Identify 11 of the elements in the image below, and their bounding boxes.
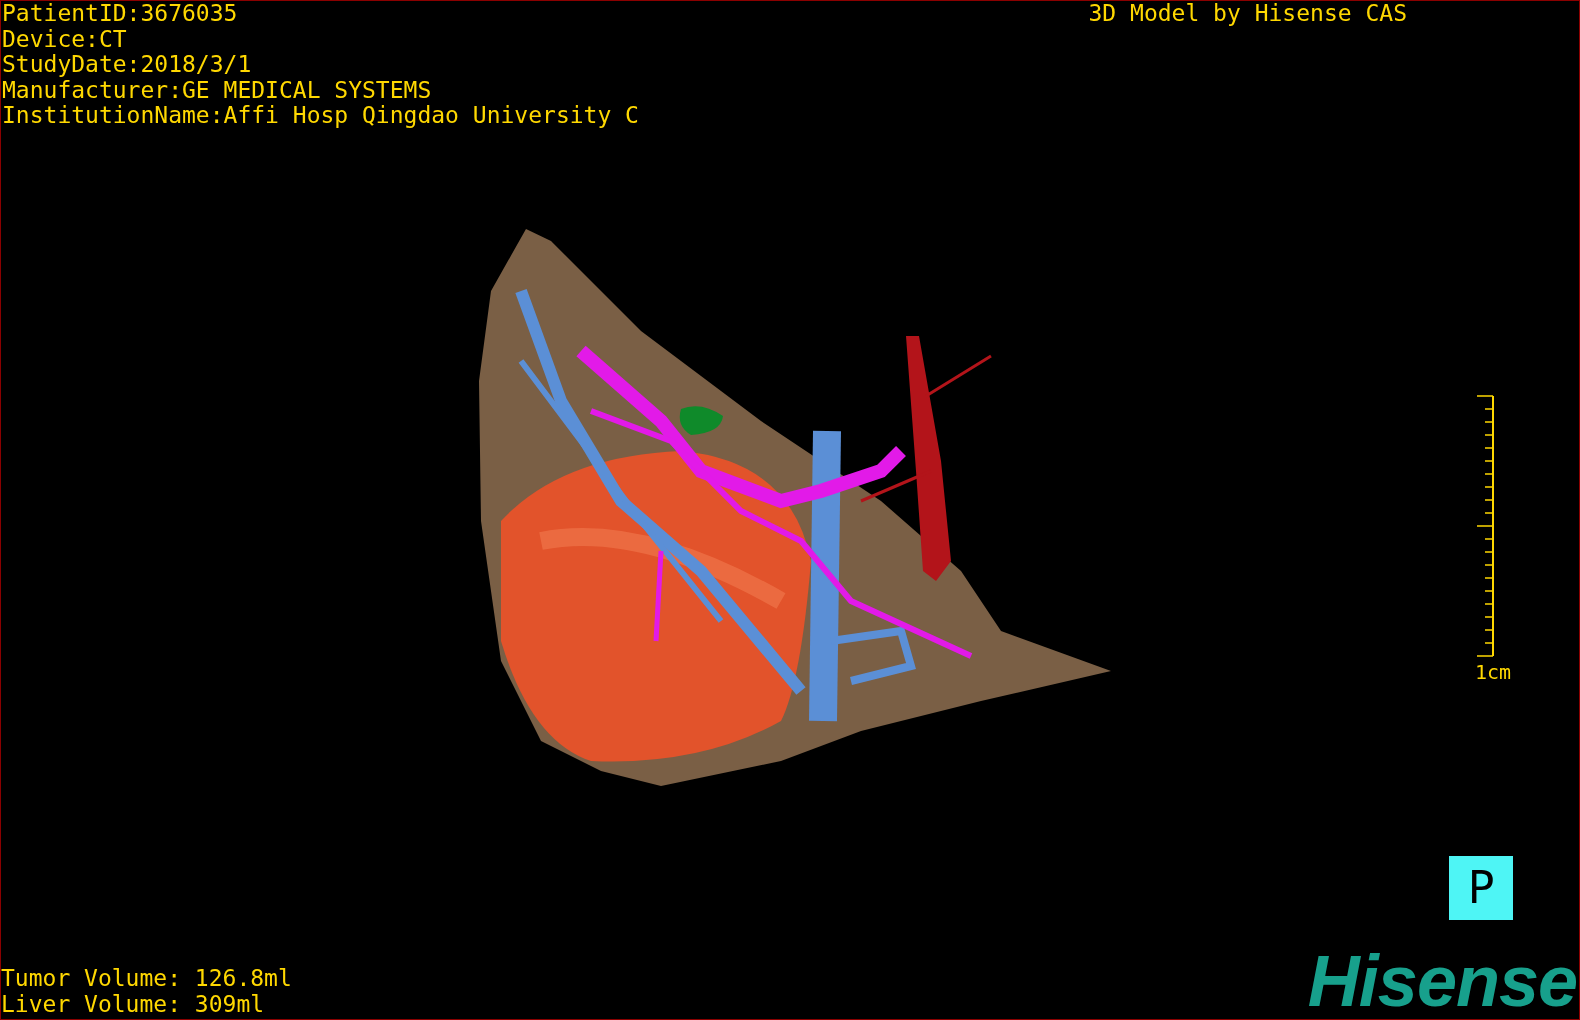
viewer-title: 3D Model by Hisense CAS	[1088, 1, 1407, 27]
patient-info-text: StudyDate:2018/3/1	[2, 52, 253, 78]
orientation-letter: P	[1467, 865, 1495, 910]
volume-text: Liver Volume: 309ml	[1, 991, 266, 1017]
patient-info-text: PatientID:3676035	[2, 1, 239, 27]
volume-text: Tumor Volume: 126.8ml	[1, 966, 292, 992]
patient-info-text: InstitutionName:Affi Hosp Qingdao University C	[2, 103, 639, 129]
brand-logo: Hisense	[1307, 945, 1577, 1017]
scale-label: 1cm	[1474, 659, 1511, 684]
patient-info-text: Manufacturer:GE MEDICAL SYSTEMS	[2, 77, 433, 103]
patient-info-text: Device:CT	[2, 26, 128, 52]
